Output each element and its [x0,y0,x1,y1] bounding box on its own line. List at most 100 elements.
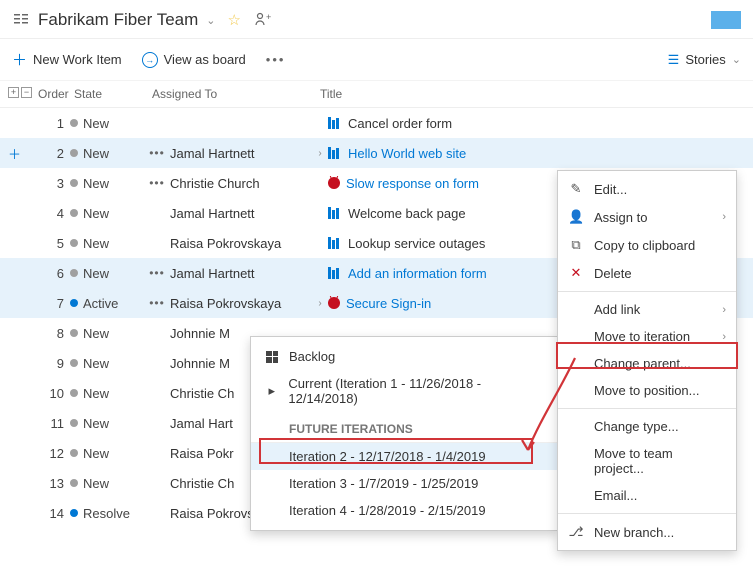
state-dot-icon [70,389,78,397]
chevron-down-icon: ⌄ [206,14,215,27]
person-icon: 👤 [568,209,584,225]
row-caret[interactable]: › [312,148,328,159]
col-title[interactable]: Title [316,87,749,101]
more-actions-button[interactable]: ••• [266,52,286,67]
expand-all[interactable]: + − [4,87,38,101]
submenu-current[interactable]: ▸ Current (Iteration 1 - 11/26/2018 - 12… [251,370,557,412]
chevron-right-icon: › [722,331,726,343]
col-assigned[interactable]: Assigned To [148,87,316,101]
ctx-move-team[interactable]: Move to team project... [558,440,736,482]
state-dot-icon [70,509,78,517]
ctx-change-parent[interactable]: Change parent... [558,350,736,377]
chevron-right-icon: › [722,304,726,316]
table-row[interactable]: 1New Cancel order form [0,108,753,138]
ctx-move-iteration[interactable]: Move to iteration› [558,323,736,350]
toolbar: ＋ New Work Item → View as board ••• ☰ St… [0,39,753,81]
story-icon [328,147,342,159]
stories-dropdown[interactable]: ☰ Stories ⌄ [668,52,741,68]
submenu-future-header: FUTURE ITERATIONS [251,412,557,443]
submenu-iter4[interactable]: Iteration 4 - 1/28/2019 - 2/15/2019 [251,497,557,524]
submenu-backlog[interactable]: Backlog [251,343,557,370]
team-icon [12,11,30,29]
row-order: 14 [34,506,70,521]
row-title[interactable]: Cancel order form [328,116,753,131]
ctx-change-type[interactable]: Change type... [558,413,736,440]
ctx-move-team-label: Move to team project... [594,446,726,476]
row-order: 12 [34,446,70,461]
header: Fabrikam Fiber Team ⌄ ☆ + [0,0,753,39]
board-icon: → [142,52,158,68]
separator [558,408,736,409]
chevron-right-icon: › [722,211,726,223]
row-state: New [70,116,144,131]
row-assigned: Raisa Pokrovskaya [170,236,312,251]
row-order: 4 [34,206,70,221]
branch-icon: ⎇ [568,524,584,540]
row-state: New [70,386,144,401]
row-assigned: Raisa Pokrovskaya [170,296,312,311]
ctx-edit[interactable]: ✎Edit... [558,175,736,203]
row-state: New [70,266,144,281]
row-actions[interactable]: ••• [144,296,170,310]
state-dot-icon [70,479,78,487]
ctx-email[interactable]: Email... [558,482,736,509]
row-state: New [70,356,144,371]
row-order: 3 [34,176,70,191]
state-dot-icon [70,269,78,277]
row-state: New [70,206,144,221]
state-dot-icon [70,419,78,427]
col-state[interactable]: State [74,87,148,101]
col-order[interactable]: Order [38,87,74,101]
row-state: New [70,326,144,341]
row-caret[interactable]: › [312,298,328,309]
row-add[interactable]: ＋ [0,144,34,163]
ctx-delete[interactable]: ✕Delete [558,259,736,287]
new-work-item-button[interactable]: ＋ New Work Item [12,49,122,70]
row-actions[interactable]: ••• [144,146,170,160]
avatar[interactable] [711,11,741,29]
ctx-move-position[interactable]: Move to position... [558,377,736,404]
row-actions[interactable]: ••• [144,176,170,190]
ctx-new-branch[interactable]: ⎇New branch... [558,518,736,546]
ctx-copy[interactable]: ⧉Copy to clipboard [558,231,736,259]
team-switcher[interactable]: Fabrikam Fiber Team ⌄ ☆ + [12,10,271,30]
row-state: Resolve [70,506,144,521]
row-order: 7 [34,296,70,311]
new-work-item-label: New Work Item [33,52,122,67]
row-order: 1 [34,116,70,131]
story-icon [328,117,342,129]
submenu-iter2[interactable]: Iteration 2 - 12/17/2018 - 1/4/2019 [251,443,557,470]
ctx-change-parent-label: Change parent... [594,356,691,371]
row-state: New [70,146,144,161]
table-row[interactable]: ＋2New•••Jamal Hartnett›Hello World web s… [0,138,753,168]
ctx-move-pos-label: Move to position... [594,383,700,398]
ctx-addlink[interactable]: Add link › [558,296,736,323]
ctx-copy-label: Copy to clipboard [594,238,695,253]
row-actions[interactable]: ••• [144,266,170,280]
row-order: 10 [34,386,70,401]
caret-right-icon: ▸ [265,383,278,399]
star-icon[interactable]: ☆ [228,11,241,29]
ctx-assign[interactable]: 👤 Assign to › [558,203,736,231]
row-title[interactable]: Hello World web site [328,146,753,161]
row-order: 5 [34,236,70,251]
state-dot-icon [70,119,78,127]
submenu-iter3[interactable]: Iteration 3 - 1/7/2019 - 1/25/2019 [251,470,557,497]
view-as-board-button[interactable]: → View as board [142,52,246,68]
row-state: New [70,446,144,461]
state-dot-icon [70,299,78,307]
stories-icon: ☰ [668,52,680,68]
story-icon [328,267,342,279]
svg-text:+: + [266,12,271,22]
state-dot-icon [70,329,78,337]
state-dot-icon [70,179,78,187]
story-icon [328,207,342,219]
ctx-addlink-label: Add link [594,302,640,317]
ctx-assign-label: Assign to [594,210,647,225]
row-order: 9 [34,356,70,371]
submenu-backlog-label: Backlog [289,349,335,364]
row-state: New [70,476,144,491]
collapse-icon: − [21,87,32,98]
people-icon[interactable]: + [255,12,271,29]
submenu-iter4-label: Iteration 4 - 1/28/2019 - 2/15/2019 [289,503,486,518]
